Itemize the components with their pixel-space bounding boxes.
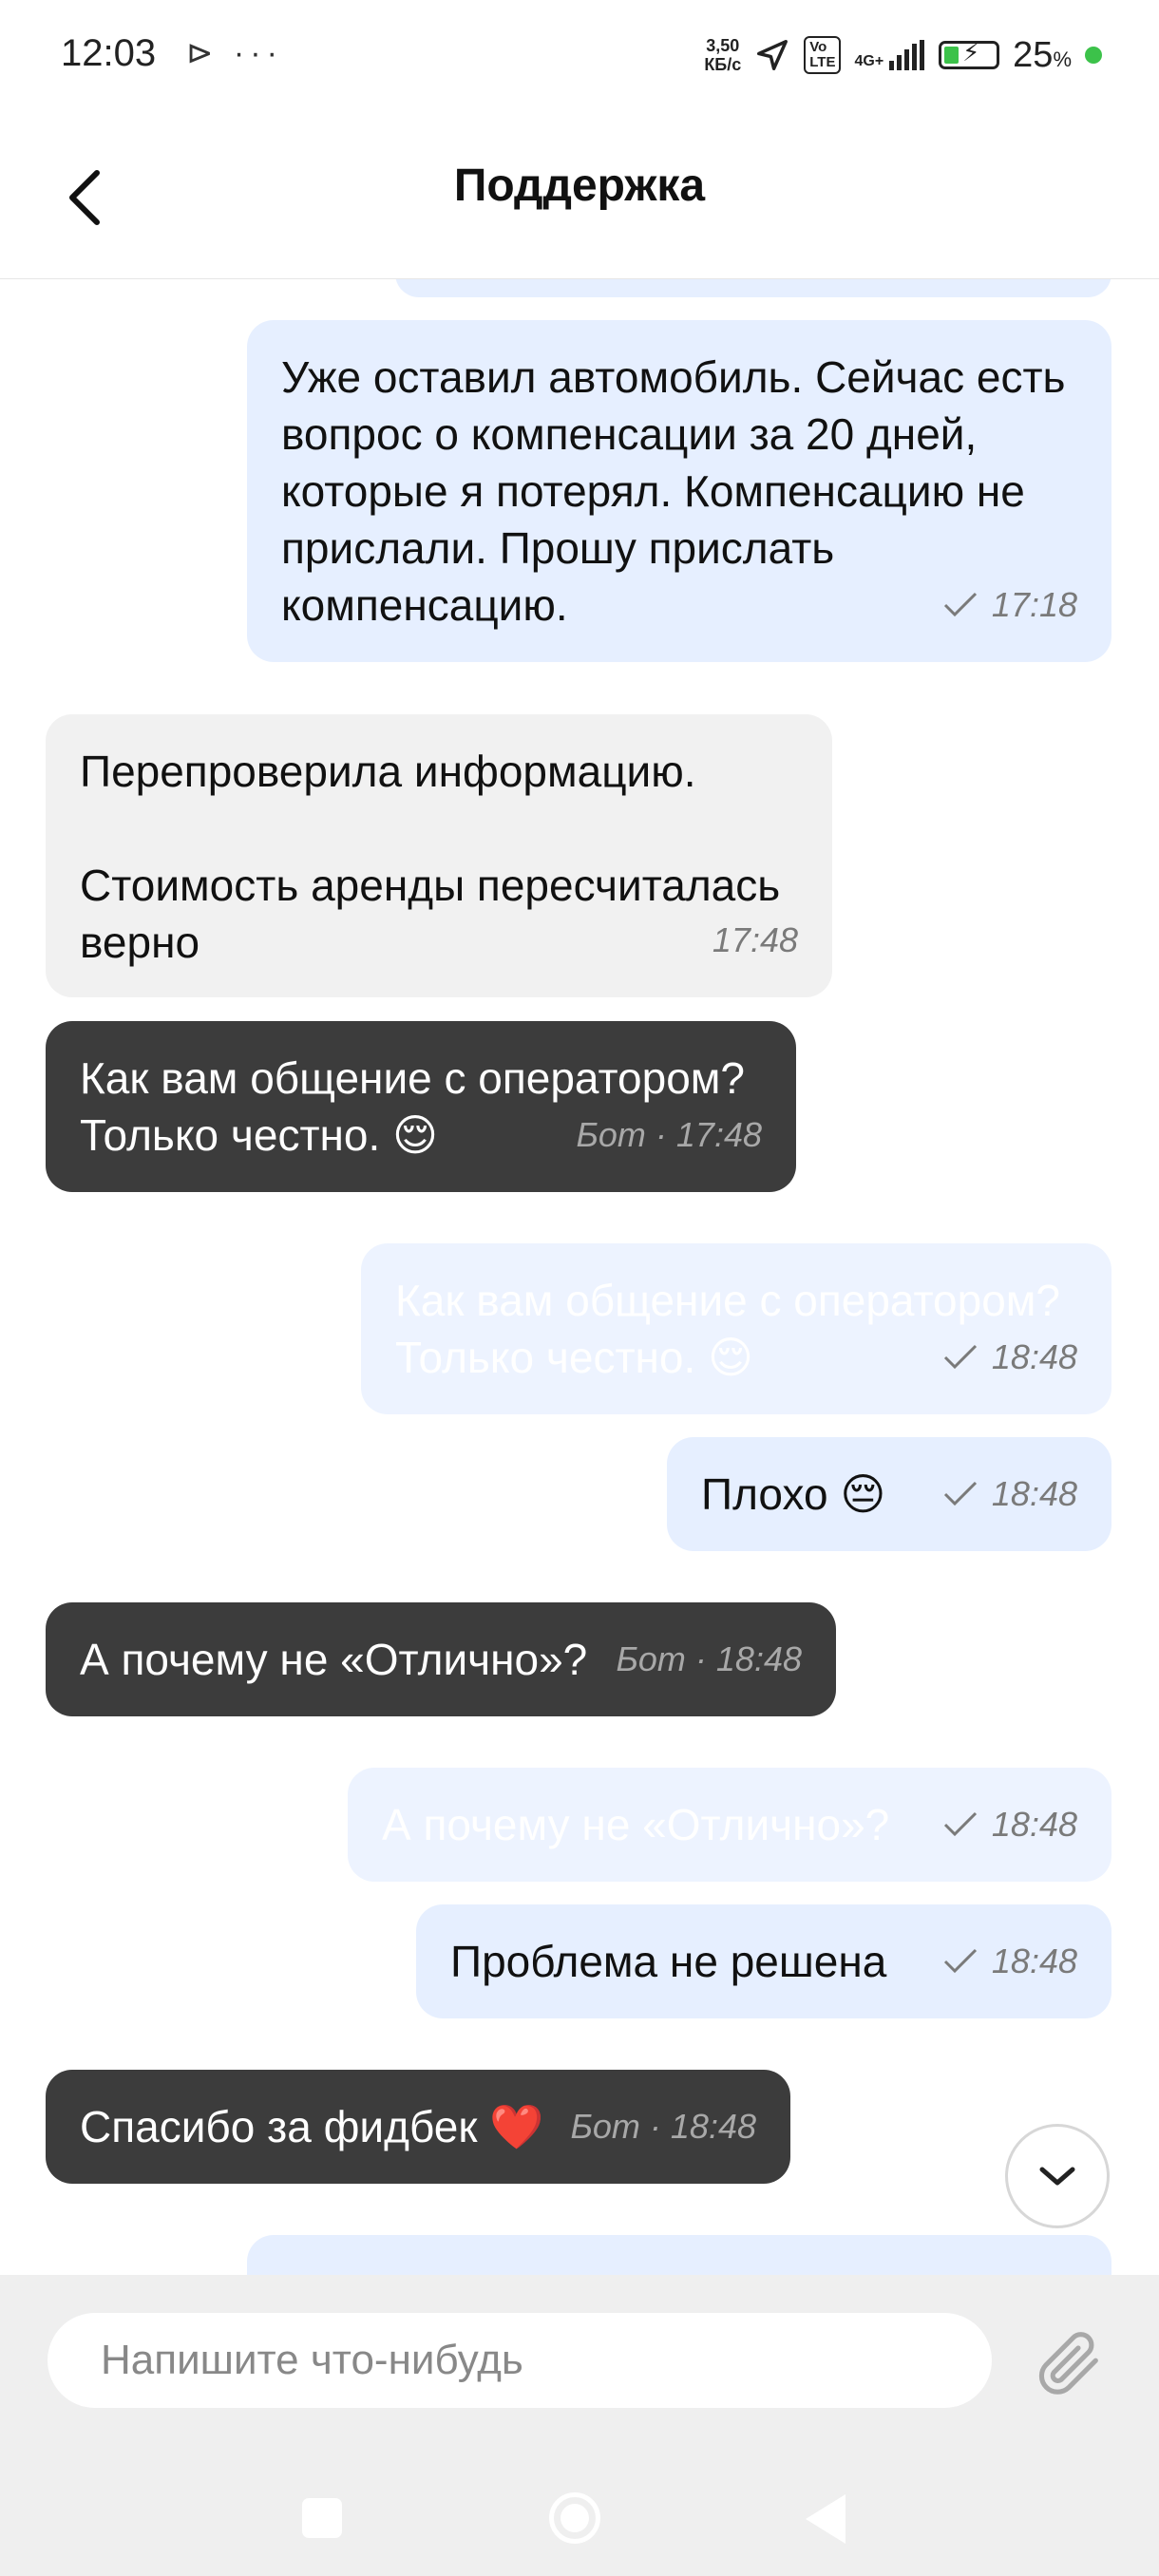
scroll-down-button[interactable] <box>1005 2124 1110 2228</box>
attach-button[interactable] <box>1026 2320 1110 2404</box>
message-bot[interactable]: Как вам общение с оператором? Только чес… <box>46 1021 796 1192</box>
chat-header: Поддержка <box>0 112 1159 279</box>
check-icon <box>943 592 977 617</box>
notification-icons: ⊳ ··· <box>186 35 283 71</box>
message-time: Бот · 18:48 <box>570 2107 756 2146</box>
message-bubble-partial <box>247 2235 1112 2275</box>
network-type: 4G+ <box>854 53 884 69</box>
message-meta: 18:48 <box>942 1933 1077 1990</box>
message-meta: 18:48 <box>942 1329 1077 1386</box>
message-time: 18:48 <box>991 1941 1077 1980</box>
signal-bars-icon <box>889 40 925 70</box>
message-bot[interactable]: Спасибо за фидбек ❤️ Бот · 18:48 <box>46 2070 790 2184</box>
message-time: Бот · 17:48 <box>576 1115 762 1154</box>
status-bar: 12:03 ⊳ ··· 3,50 КБ/с Vo LTE 4G+ ⚡ 25% <box>0 0 1159 112</box>
message-bot[interactable]: А почему не «Отлично»? Бот · 18:48 <box>46 1602 836 1716</box>
check-icon <box>943 1344 977 1370</box>
message-outgoing-faded[interactable]: Как вам общение с оператором? Только чес… <box>361 1243 1112 1414</box>
message-outgoing-faded[interactable]: А почему не «Отлично»? 18:48 <box>348 1768 1112 1882</box>
location-arrow-icon <box>757 40 788 70</box>
message-time: 18:48 <box>991 1337 1077 1376</box>
message-incoming[interactable]: Перепроверила информацию. Стоимость арен… <box>46 714 832 997</box>
message-meta: 17:18 <box>942 577 1077 634</box>
page-title: Поддержка <box>453 161 706 211</box>
message-meta: Бот · 17:48 <box>576 1107 762 1164</box>
message-input[interactable]: Напишите что-нибудь <box>48 2313 992 2408</box>
message-text: Перепроверила информацию. Стоимость арен… <box>80 747 781 967</box>
message-outgoing[interactable]: Проблема не решена 18:48 <box>416 1904 1112 2018</box>
home-button[interactable] <box>549 2492 600 2544</box>
charging-bolt-icon: ⚡ <box>962 38 980 66</box>
chevron-down-icon <box>1039 2167 1075 2186</box>
message-outgoing[interactable]: Уже оставил автомобиль. Сейчас есть вопр… <box>247 320 1112 662</box>
check-icon <box>943 1948 977 1974</box>
paperclip-icon <box>1038 2332 1098 2395</box>
message-meta: 18:48 <box>942 1796 1077 1853</box>
check-icon <box>943 1811 977 1837</box>
volte-icon: Vo LTE <box>804 36 842 74</box>
network-speed: 3,50 КБ/с <box>704 36 742 74</box>
system-back-button[interactable] <box>806 2494 846 2544</box>
composer-area: Напишите что-нибудь <box>0 2275 1159 2576</box>
message-meta: Бот · 18:48 <box>616 1631 802 1688</box>
message-time: 17:48 <box>712 920 798 959</box>
battery-percent: 25% <box>1013 34 1072 75</box>
message-outgoing[interactable]: Плохо 😔 18:48 <box>667 1437 1112 1551</box>
message-list[interactable]: Уже оставил автомобиль. Сейчас есть вопр… <box>0 278 1159 2275</box>
message-meta: 18:48 <box>942 1466 1077 1523</box>
message-time: 18:48 <box>991 1805 1077 1844</box>
message-time: 17:18 <box>991 585 1077 624</box>
message-bubble-partial <box>395 278 1112 297</box>
message-meta: Бот · 18:48 <box>570 2098 756 2155</box>
message-meta: 17:48 <box>712 912 798 969</box>
signal-group: 4G+ <box>854 40 925 70</box>
message-time: 18:48 <box>991 1474 1077 1513</box>
status-time: 12:03 <box>61 32 157 74</box>
privacy-indicator-dot <box>1085 47 1102 64</box>
status-right-group: 3,50 КБ/с Vo LTE 4G+ ⚡ 25% <box>704 28 1102 82</box>
recents-button[interactable] <box>302 2498 342 2538</box>
system-navigation-bar <box>0 2470 1159 2576</box>
check-icon <box>943 1481 977 1506</box>
message-time: Бот · 18:48 <box>616 1639 802 1678</box>
battery-icon: ⚡ <box>939 38 1000 69</box>
